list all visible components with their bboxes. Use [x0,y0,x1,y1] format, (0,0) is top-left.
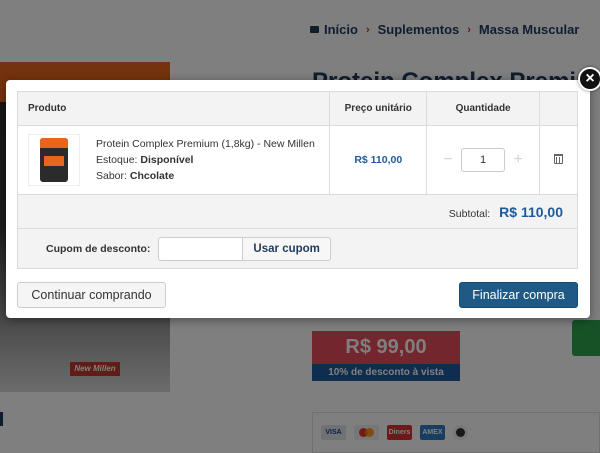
decrease-quantity-button[interactable]: − [441,151,455,169]
product-bag-image [40,138,68,182]
cart-modal: Produto Preço unitário Quantidade Protei… [6,80,590,318]
increase-quantity-button[interactable]: + [511,151,525,169]
product-thumbnail[interactable] [28,134,80,186]
coupon-row: Cupom de desconto: Usar cupom [17,228,578,269]
column-header-remove [539,91,578,126]
cart-table-header: Produto Preço unitário Quantidade [16,91,578,126]
subtotal-row: Subtotal: R$ 110,00 [17,194,578,229]
apply-coupon-button[interactable]: Usar cupom [242,236,331,261]
subtotal-value: R$ 110,00 [499,203,563,220]
stock-value: Disponível [140,154,194,166]
column-header-product: Produto [16,91,331,126]
coupon-cell: Cupom de desconto: Usar cupom [17,228,578,269]
close-modal-button[interactable]: × [578,67,600,91]
trash-icon[interactable] [554,153,564,164]
continue-shopping-button[interactable]: Continuar comprando [17,282,166,308]
product-info: Protein Complex Premium (1,8kg) - New Mi… [96,136,315,184]
quantity-input[interactable] [461,148,506,172]
column-header-quantity: Quantidade [426,91,541,126]
quantity-cell: − + [426,125,541,195]
product-cell: Protein Complex Premium (1,8kg) - New Mi… [16,125,331,195]
coupon-label: Cupom de desconto: [46,242,151,255]
stock-line: Estoque: Disponível [96,152,315,168]
quantity-stepper: − + [441,148,525,172]
remove-cell [539,125,578,195]
subtotal-label: Subtotal: [448,207,491,220]
column-header-unit-price: Preço unitário [329,91,428,126]
coupon-input[interactable] [158,236,243,261]
flavor-label: Sabor: [96,170,127,182]
unit-price: R$ 110,00 [329,125,428,195]
checkout-button[interactable]: Finalizar compra [459,282,578,308]
product-name[interactable]: Protein Complex Premium (1,8kg) - New Mi… [96,136,315,152]
subtotal-cell: Subtotal: R$ 110,00 [17,194,578,229]
stock-label: Estoque: [96,154,138,166]
flavor-line: Sabor: Chcolate [96,168,315,184]
cart-item-row: Protein Complex Premium (1,8kg) - New Mi… [16,125,578,195]
cart-table: Produto Preço unitário Quantidade Protei… [16,91,578,269]
flavor-value: Chcolate [129,170,175,182]
